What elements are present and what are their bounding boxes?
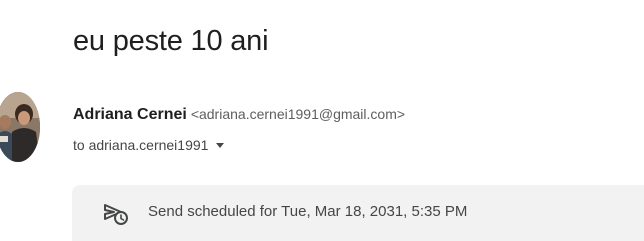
sender-name[interactable]: Adriana Cernei [73,106,187,123]
sender-line: Adriana Cernei <adriana.cernei1991@gmail.… [73,106,405,124]
sender-email: <adriana.cernei1991@gmail.com> [190,106,406,122]
email-subject: eu peste 10 ani [73,25,269,58]
sender-avatar[interactable] [0,92,40,162]
scheduled-send-icon [104,204,128,225]
avatar-photo [0,92,40,162]
email-view: eu peste 10 ani Adriana Cernei <adriana.c… [0,0,644,241]
scheduled-send-banner: Send scheduled for Tue, Mar 18, 2031, 5:… [72,185,644,241]
recipient-label: to adriana.cernei1991 [73,137,209,153]
recipient-details-toggle[interactable]: to adriana.cernei1991 [73,137,225,153]
chevron-down-icon[interactable] [216,143,225,148]
scheduled-send-text: Send scheduled for Tue, Mar 18, 2031, 5:… [148,203,468,220]
